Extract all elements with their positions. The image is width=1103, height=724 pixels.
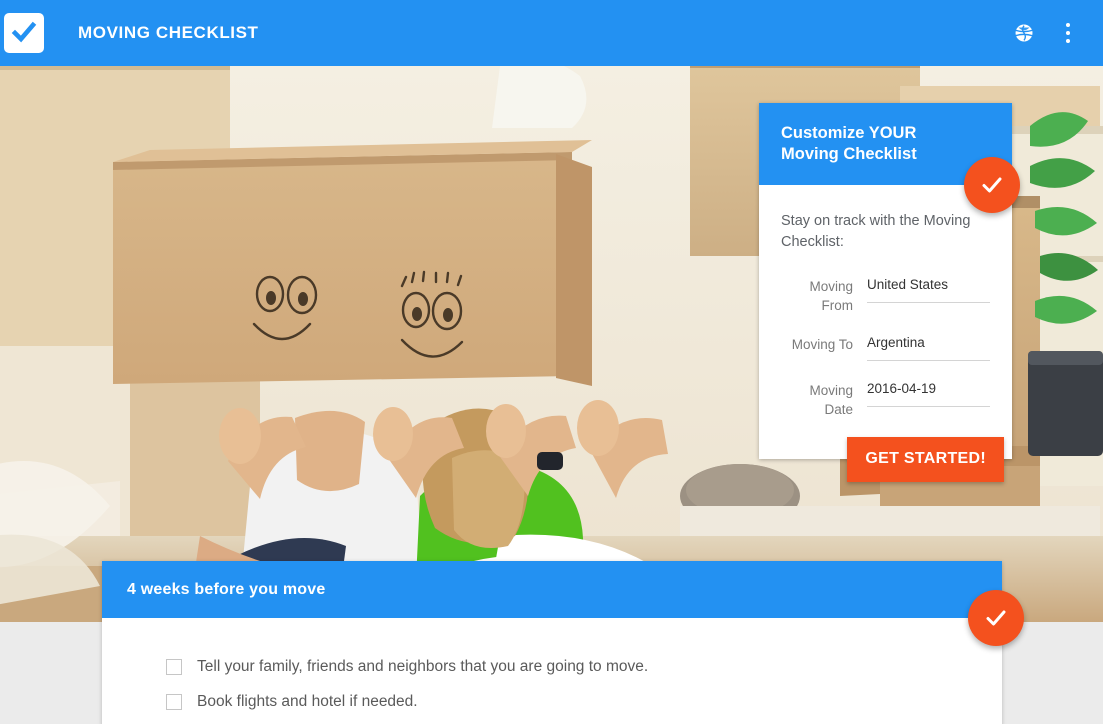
checklist-items: Tell your family, friends and neighbors … xyxy=(102,618,1002,724)
field-underline-moving-date xyxy=(867,406,990,407)
app-logo[interactable] xyxy=(4,13,44,53)
checklist-card-header: 4 weeks before you move xyxy=(102,561,1024,646)
list-item-label: Tell your family, friends and neighbors … xyxy=(197,658,649,675)
customize-card-header: Customize YOUR Moving Checklist xyxy=(759,103,1020,213)
list-item[interactable]: Tell your family, friends and neighbors … xyxy=(102,656,1002,691)
moving-to-input[interactable]: Argentina xyxy=(867,333,990,360)
field-underline-moving-to xyxy=(867,360,990,361)
dot-2 xyxy=(1066,31,1070,35)
check-icon xyxy=(982,177,1002,193)
customize-fields: Moving From United States Moving To Arge… xyxy=(781,275,990,419)
dot-3 xyxy=(1066,39,1070,43)
dot-1 xyxy=(1066,23,1070,27)
moving-from-input[interactable]: United States xyxy=(867,275,990,302)
field-moving-from: Moving From United States xyxy=(781,275,990,315)
cta-row: GET STARTED! xyxy=(781,437,1004,482)
checkbox-item-1[interactable] xyxy=(166,659,182,675)
customize-card-body: Stay on track with the Moving Checklist:… xyxy=(759,185,1012,482)
more-vertical-dots xyxy=(1066,21,1070,45)
field-label-moving-from: Moving From xyxy=(809,279,853,313)
checkbox-item-2[interactable] xyxy=(166,694,182,710)
customize-intro-text: Stay on track with the Moving Checklist: xyxy=(781,213,971,250)
checkbox-check-icon xyxy=(11,21,37,43)
field-value-wrap-moving-from: United States xyxy=(867,275,990,303)
field-moving-to: Moving To Argentina xyxy=(781,333,990,361)
check-icon xyxy=(986,610,1006,626)
field-underline-moving-from xyxy=(867,302,990,303)
get-started-button[interactable]: GET STARTED! xyxy=(847,437,1004,482)
checklist-section-title: 4 weeks before you move xyxy=(127,580,326,598)
globe-icon-glyph xyxy=(1014,23,1034,43)
customize-save-fab[interactable] xyxy=(964,157,1020,213)
list-item-label: Book flights and hotel if needed. xyxy=(197,693,418,710)
customize-checklist-card: Customize YOUR Moving Checklist Stay on … xyxy=(759,103,1020,482)
checklist-card: 4 weeks before you move Tell your family… xyxy=(102,561,1024,724)
field-value-wrap-moving-date: 2016-04-19 xyxy=(867,379,990,407)
app-bar: MOVING CHECKLIST xyxy=(0,0,1103,66)
field-label-moving-date: Moving Date xyxy=(809,383,853,417)
field-label-moving-to: Moving To xyxy=(791,337,853,352)
moving-date-input[interactable]: 2016-04-19 xyxy=(867,379,990,406)
field-value-wrap-moving-to: Argentina xyxy=(867,333,990,361)
checklist-confirm-fab[interactable] xyxy=(968,590,1024,646)
app-page: MOVING CHECKLIST Customize YOUR Moving C… xyxy=(0,0,1103,724)
more-vertical-icon[interactable] xyxy=(1051,16,1085,50)
field-moving-date: Moving Date 2016-04-19 xyxy=(781,379,990,419)
customize-card-title: Customize YOUR Moving Checklist xyxy=(781,124,917,163)
list-item[interactable]: Book flights and hotel if needed. xyxy=(102,691,1002,724)
globe-icon[interactable] xyxy=(1007,16,1041,50)
app-title: MOVING CHECKLIST xyxy=(78,23,259,42)
